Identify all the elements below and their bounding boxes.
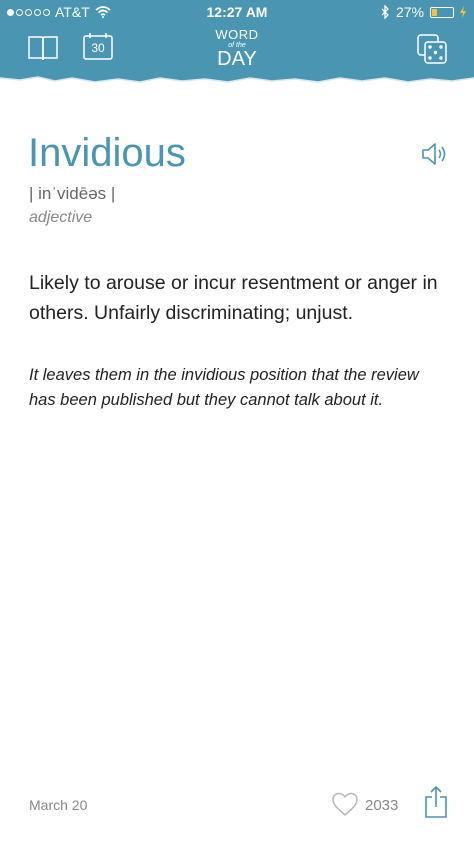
book-button[interactable]	[27, 34, 59, 67]
speaker-icon	[422, 143, 446, 165]
example-sentence: It leaves them in the invidious position…	[29, 366, 419, 409]
status-right: 27%	[381, 4, 466, 20]
torn-paper-edge	[0, 76, 474, 90]
heart-icon	[332, 792, 358, 816]
battery-percent: 27%	[395, 4, 424, 20]
definition: Likely to arouse or incur resentment or …	[29, 272, 438, 324]
bluetooth-icon	[381, 5, 389, 19]
battery-icon	[430, 6, 454, 18]
like-count: 2033	[365, 797, 399, 814]
calendar-day: 30	[91, 41, 105, 55]
like-button[interactable]	[331, 792, 359, 822]
word-of-the-day-logo: WORD of the DAY	[207, 27, 267, 70]
word-title: Invidious	[28, 131, 186, 175]
pronunciation: | inˈvidēəs |	[29, 184, 116, 203]
calendar-button[interactable]: 30	[83, 33, 113, 60]
part-of-speech: adjective	[29, 209, 93, 226]
share-icon	[425, 785, 447, 818]
battery-fill	[432, 8, 437, 16]
share-button[interactable]	[424, 785, 448, 824]
calendar-icon: 30	[83, 33, 113, 60]
pronounce-button[interactable]	[421, 141, 449, 172]
logo-day: DAY	[217, 48, 257, 70]
status-bar: AT&T 12:27 AM 27%	[0, 0, 474, 24]
logo-word: WORD	[215, 27, 259, 42]
entry-date: March 20	[29, 797, 88, 813]
dice-icon	[417, 34, 447, 64]
random-word-button[interactable]	[417, 34, 447, 69]
charging-icon	[460, 6, 466, 18]
book-icon	[28, 36, 58, 61]
